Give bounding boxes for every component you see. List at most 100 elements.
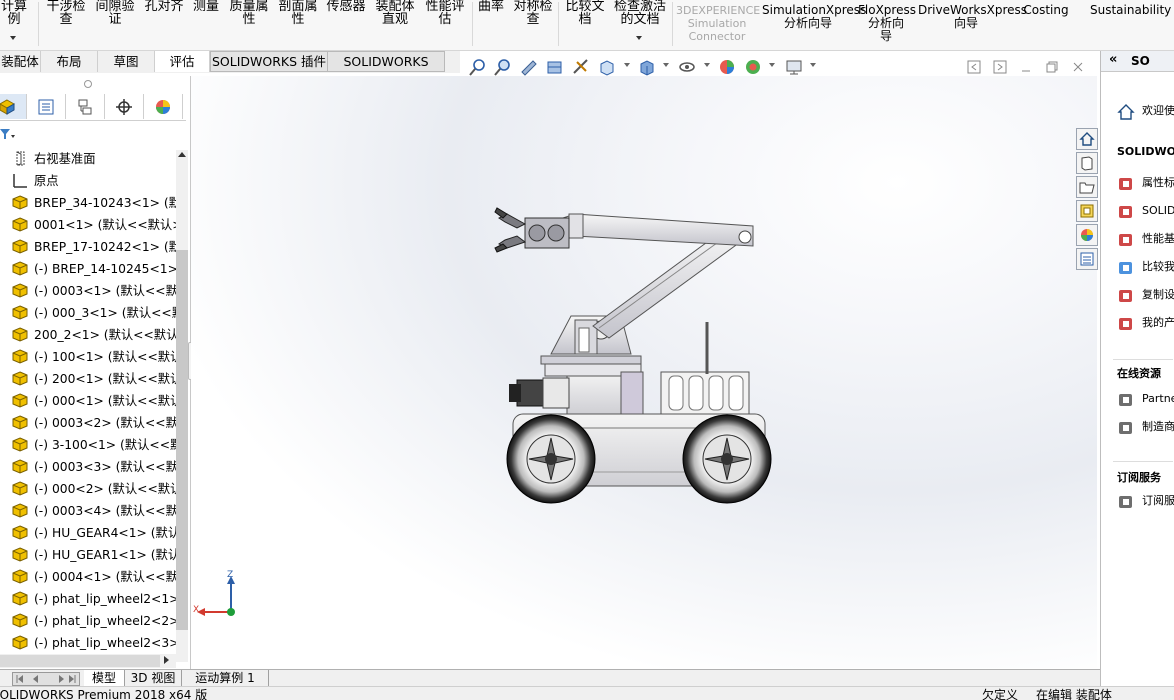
- hole-alignment-button[interactable]: 孔对齐: [142, 0, 186, 13]
- tree-item-right-plane[interactable]: 右视基准面: [0, 148, 176, 170]
- tree-item-component[interactable]: (-) 200<1> (默认<<默认:: [0, 368, 176, 390]
- ribbon-label: 测量: [192, 0, 219, 14]
- tree-item-component[interactable]: (-) 0003<1> (默认<<默认: [0, 280, 176, 302]
- collapse-icon[interactable]: «: [1109, 52, 1117, 67]
- tab-scroll-arrows[interactable]: [12, 672, 80, 686]
- tree-item-component[interactable]: (-) 000_3<1> (默认<<默认: [0, 302, 176, 324]
- tab-solidworks-mbd[interactable]: SOLIDWORKS MBD: [327, 51, 445, 88]
- taskpane-tab-custom-properties[interactable]: [1076, 248, 1098, 270]
- sustainability-button[interactable]: Sustainability: [1090, 4, 1171, 17]
- tree-item-component[interactable]: BREP_17-10242<1> (默认: [0, 236, 176, 258]
- tab-model[interactable]: 模型: [84, 670, 125, 686]
- floxpress-button[interactable]: FloXpress 分析向 导: [858, 4, 916, 43]
- simulationxpress-button[interactable]: SimulationXpress 分析向导: [762, 4, 866, 30]
- symmetry-check-button[interactable]: 对称检 查: [510, 0, 556, 26]
- 3dexperience-connector-button[interactable]: 3DEXPERIENCE Simulation Connector: [676, 4, 760, 43]
- graphics-area[interactable]: Z X: [191, 76, 1097, 668]
- scroll-up-arrow-icon[interactable]: [178, 152, 186, 157]
- next-window-icon[interactable]: [992, 59, 1008, 75]
- dropdown-arrow-icon[interactable]: [663, 63, 669, 67]
- interference-check-button[interactable]: 干涉检 查: [44, 0, 88, 26]
- tree-item-component[interactable]: (-) 0003<2> (默认<<默认: [0, 412, 176, 434]
- tree-item-component[interactable]: 0001<1> (默认<<默认>_: [0, 214, 176, 236]
- tree-item-component[interactable]: (-) BREP_14-10245<1> (: [0, 258, 176, 280]
- dimxpert-tab[interactable]: [105, 94, 144, 119]
- section-view-icon[interactable]: [545, 57, 565, 77]
- dropdown-arrow-icon[interactable]: [624, 63, 630, 67]
- filter-icon[interactable]: [0, 127, 18, 141]
- assembly-visualization-button[interactable]: 装配体 直观: [372, 0, 418, 26]
- taskpane-tab-home[interactable]: [1076, 128, 1098, 150]
- tree-horizontal-scrollbar[interactable]: [0, 654, 176, 668]
- propertymanager-tab[interactable]: [27, 94, 66, 119]
- tree-item-component[interactable]: (-) 100<1> (默认<<默认:: [0, 346, 176, 368]
- hide-show-items-icon[interactable]: [677, 57, 697, 77]
- taskpane-tab-design-library[interactable]: [1076, 152, 1098, 174]
- featuremanager-tab[interactable]: [0, 94, 27, 119]
- tab-assembly[interactable]: 装配体: [0, 51, 41, 72]
- view-orientation-icon[interactable]: [597, 57, 617, 77]
- tree-item-component[interactable]: (-) phat_lip_wheel2<1> (: [0, 588, 176, 610]
- close-icon[interactable]: [1070, 59, 1086, 75]
- previous-window-icon[interactable]: [966, 59, 982, 75]
- tree-scrollbar[interactable]: [176, 150, 188, 662]
- zoom-to-fit-icon[interactable]: [468, 57, 488, 77]
- tab-label: 装配体: [1, 54, 39, 69]
- tree-item-component[interactable]: (-) phat_lip_wheel2<3> (: [0, 632, 176, 654]
- tree-item-component[interactable]: BREP_34-10243<1> (默认: [0, 192, 176, 214]
- tab-motion-study[interactable]: 运动算例 1: [182, 670, 269, 686]
- dropdown-arrow-icon[interactable]: [810, 63, 816, 67]
- tree-item-component[interactable]: (-) HU_GEAR1<1> (默认<: [0, 544, 176, 566]
- scrollbar-thumb[interactable]: [0, 655, 160, 667]
- tree-item-origin[interactable]: 原点: [0, 170, 176, 192]
- display-style-icon[interactable]: [637, 57, 657, 77]
- tree-item-component[interactable]: (-) phat_lip_wheel2<2> (: [0, 610, 176, 632]
- performance-evaluation-button[interactable]: 性能评 估: [422, 0, 468, 26]
- tab-layout[interactable]: 布局: [41, 51, 98, 72]
- tab-3d-view[interactable]: 3D 视图: [125, 670, 182, 686]
- scroll-right-arrow-icon[interactable]: [164, 656, 169, 664]
- tree-item-component[interactable]: (-) 0004<1> (默认<<默认: [0, 566, 176, 588]
- taskpane-tab-view-palette[interactable]: [1076, 200, 1098, 222]
- view-settings-icon[interactable]: [784, 57, 804, 77]
- panel-grip-icon[interactable]: [84, 80, 92, 88]
- restore-icon[interactable]: [1044, 59, 1060, 75]
- tree-item-component[interactable]: 200_2<1> (默认<<默认>: [0, 324, 176, 346]
- apply-scene-icon[interactable]: [743, 57, 763, 77]
- displaymanager-tab[interactable]: [144, 94, 183, 119]
- sensor-button[interactable]: 传感器: [324, 0, 368, 13]
- check-active-document-button[interactable]: 检查激活 的文档: [610, 0, 670, 26]
- compare-documents-button[interactable]: 比较文 档: [562, 0, 608, 26]
- tree-item-component[interactable]: (-) 000<1> (默认<<默认:: [0, 390, 176, 412]
- section-properties-button[interactable]: 剖面属 性: [276, 0, 320, 26]
- tab-solidworks-addins[interactable]: SOLIDWORKS 插件: [210, 51, 328, 72]
- edit-appearance-icon[interactable]: [717, 57, 737, 77]
- costing-button[interactable]: Costing: [1020, 4, 1072, 17]
- tab-sketch[interactable]: 草图: [98, 51, 155, 72]
- curvature-button[interactable]: 曲率: [474, 0, 508, 13]
- tab-evaluate[interactable]: 评估: [155, 51, 210, 72]
- dropdown-arrow-icon[interactable]: [636, 36, 642, 40]
- ribbon-calc-button[interactable]: 计算 例: [0, 0, 34, 26]
- tree-item-component[interactable]: (-) 0003<3> (默认<<默认: [0, 456, 176, 478]
- tree-item-component[interactable]: (-) HU_GEAR4<1> (默认<: [0, 522, 176, 544]
- measure-button[interactable]: 测量: [190, 0, 222, 13]
- dropdown-arrow-icon[interactable]: [704, 63, 710, 67]
- minimize-icon[interactable]: [1018, 59, 1034, 75]
- tree-item-component[interactable]: (-) 0003<4> (默认<<默认: [0, 500, 176, 522]
- zoom-to-area-icon[interactable]: [493, 57, 513, 77]
- tree-item-component[interactable]: (-) 000<2> (默认<<默认:: [0, 478, 176, 500]
- dropdown-arrow-icon[interactable]: [10, 36, 16, 40]
- clearance-verify-button[interactable]: 间隙验 证: [92, 0, 138, 26]
- dynamic-annotation-icon[interactable]: [571, 57, 591, 77]
- robot-model[interactable]: [191, 76, 1097, 668]
- taskpane-tab-file-explorer[interactable]: [1076, 176, 1098, 198]
- dropdown-arrow-icon[interactable]: [769, 63, 775, 67]
- driveworksxpress-button[interactable]: DriveWorksXpress 向导: [918, 4, 1027, 30]
- tree-item-component[interactable]: (-) 3-100<1> (默认<<默认: [0, 434, 176, 456]
- scrollbar-thumb[interactable]: [176, 250, 188, 630]
- configurationmanager-tab[interactable]: [66, 94, 105, 119]
- previous-view-icon[interactable]: [519, 57, 539, 77]
- mass-properties-button[interactable]: 质量属 性: [226, 0, 272, 26]
- taskpane-tab-appearances[interactable]: [1076, 224, 1098, 246]
